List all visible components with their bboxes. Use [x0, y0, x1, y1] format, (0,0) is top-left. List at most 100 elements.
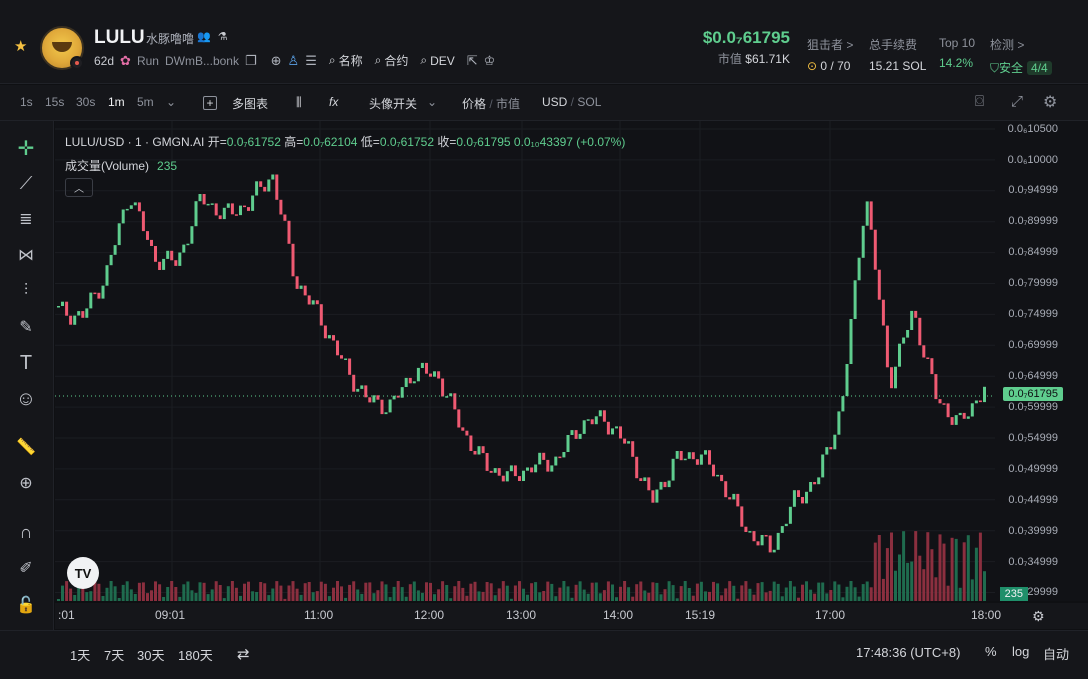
- candle: [73, 315, 77, 325]
- volume-bar: [954, 538, 958, 601]
- user-icon[interactable]: ♙: [288, 53, 300, 69]
- volume-bar: [877, 535, 881, 601]
- tradingview-logo[interactable]: TV: [67, 557, 99, 589]
- fullscreen-icon[interactable]: ⤢: [1011, 93, 1023, 110]
- crosshair-icon[interactable]: ✛: [12, 134, 40, 162]
- chevron-down-icon[interactable]: ⌄: [427, 95, 437, 109]
- current-price: $0.0₇61795: [702, 28, 790, 47]
- candle: [105, 265, 109, 286]
- price-toggle[interactable]: 价格 / 市值: [462, 95, 520, 112]
- brush-icon[interactable]: ✎: [12, 313, 40, 341]
- volume-bar: [639, 581, 643, 601]
- interval-30s[interactable]: 30s: [76, 95, 95, 109]
- share-icon[interactable]: ⇱: [467, 53, 478, 69]
- price-chart[interactable]: [55, 121, 1088, 601]
- log-toggle[interactable]: log: [1012, 644, 1029, 659]
- axis-settings-icon[interactable]: ⚙: [1032, 608, 1045, 625]
- add-icon[interactable]: +: [203, 96, 217, 110]
- candle: [344, 358, 348, 360]
- copy-icon[interactable]: ❐: [245, 53, 257, 69]
- favorite-star-icon[interactable]: ★: [14, 37, 27, 55]
- range-180d[interactable]: 180天: [178, 645, 213, 664]
- candle: [425, 362, 428, 374]
- candle: [720, 474, 724, 482]
- candle: [77, 311, 81, 316]
- volume-bar: [776, 583, 780, 601]
- lock-icon[interactable]: 🔓: [12, 591, 40, 619]
- candle: [412, 381, 416, 384]
- magnet-icon[interactable]: ∩: [12, 518, 40, 546]
- volume-bar: [687, 588, 691, 601]
- candle: [598, 410, 602, 417]
- menu-circle-icon[interactable]: ☰: [305, 53, 317, 69]
- settings-gear-icon[interactable]: ⚙: [1043, 92, 1057, 112]
- volume-bar: [590, 582, 594, 601]
- pattern-icon[interactable]: ⋈: [12, 241, 40, 269]
- candle: [420, 362, 424, 368]
- collapse-legend-button[interactable]: ︿: [65, 178, 93, 197]
- search-contract-link[interactable]: ⌕ 合约: [375, 52, 409, 69]
- candle: [497, 468, 501, 476]
- trend-line-icon[interactable]: ⟋: [12, 169, 40, 197]
- range-30d[interactable]: 30天: [137, 645, 164, 664]
- range-1d[interactable]: 1天: [70, 645, 90, 664]
- search-icon: ⌕: [374, 53, 382, 67]
- volume-bar: [760, 582, 764, 601]
- emoji-icon[interactable]: ☺: [12, 385, 40, 413]
- chevron-down-icon[interactable]: ⌄: [166, 95, 176, 109]
- currency-toggle[interactable]: USD / SOL: [542, 95, 601, 109]
- avatar-toggle-button[interactable]: 头像开关: [369, 95, 417, 112]
- candle: [805, 491, 808, 504]
- volume-bar: [226, 586, 230, 601]
- candle: [481, 446, 485, 454]
- candle: [433, 371, 436, 377]
- search-name-link[interactable]: ⌕ 名称: [329, 52, 363, 69]
- fib-icon[interactable]: ⫶: [12, 277, 40, 305]
- interval-15s[interactable]: 15s: [45, 95, 64, 109]
- date-range-icon[interactable]: ⇄: [237, 645, 250, 663]
- volume-bar: [303, 583, 307, 601]
- volume-bar: [902, 531, 906, 601]
- search-dev-link[interactable]: ⌕ DEV: [420, 53, 454, 68]
- market-cap: 市值 $61.71K: [717, 52, 790, 66]
- candle: [226, 203, 230, 208]
- candle: [849, 319, 853, 364]
- candle: [667, 480, 671, 488]
- candle: [380, 399, 384, 415]
- range-7d[interactable]: 7天: [104, 645, 124, 664]
- volume-bar: [974, 547, 978, 601]
- interval-1s[interactable]: 1s: [20, 95, 33, 109]
- candlestick-chart[interactable]: [55, 121, 1088, 601]
- interval-1m[interactable]: 1m: [108, 95, 125, 109]
- ruler-icon[interactable]: 📏: [12, 433, 40, 461]
- volume-bar: [837, 584, 841, 601]
- candle: [748, 531, 752, 533]
- candle: [141, 211, 145, 232]
- candle: [222, 207, 226, 220]
- text-icon[interactable]: T: [12, 349, 40, 377]
- stat-snipers[interactable]: 狙击者 > ⊙ 0 / 70: [807, 36, 853, 73]
- multi-chart-button[interactable]: 多图表: [232, 95, 268, 112]
- lock-drawing-icon[interactable]: ✐: [12, 554, 40, 582]
- interval-5m[interactable]: 5m: [137, 95, 154, 109]
- candle: [954, 415, 958, 425]
- indicators-icon[interactable]: fx: [329, 95, 338, 109]
- volume-bar: [708, 591, 711, 601]
- volume-bar: [619, 586, 622, 601]
- clock-timezone[interactable]: 17:48:36 (UTC+8): [856, 645, 960, 660]
- stat-detection[interactable]: 检测 > ⛉安全 4/4: [990, 36, 1052, 76]
- volume-bar: [348, 584, 352, 601]
- website-icon[interactable]: ⊕: [271, 53, 282, 69]
- percent-toggle[interactable]: %: [985, 644, 997, 659]
- camera-icon[interactable]: ⌼: [975, 93, 984, 110]
- zoom-in-icon[interactable]: ⊕: [12, 469, 40, 497]
- auto-toggle[interactable]: 自动: [1043, 644, 1069, 663]
- horizontal-lines-icon[interactable]: ≣: [12, 205, 40, 233]
- volume-bar: [376, 590, 380, 601]
- volume-bar: [970, 579, 974, 601]
- candle: [287, 220, 291, 244]
- candle: [259, 181, 263, 187]
- candle-style-icon[interactable]: ⫼: [296, 95, 302, 110]
- volume-bar: [117, 598, 121, 601]
- crown-icon[interactable]: ♔: [484, 53, 496, 69]
